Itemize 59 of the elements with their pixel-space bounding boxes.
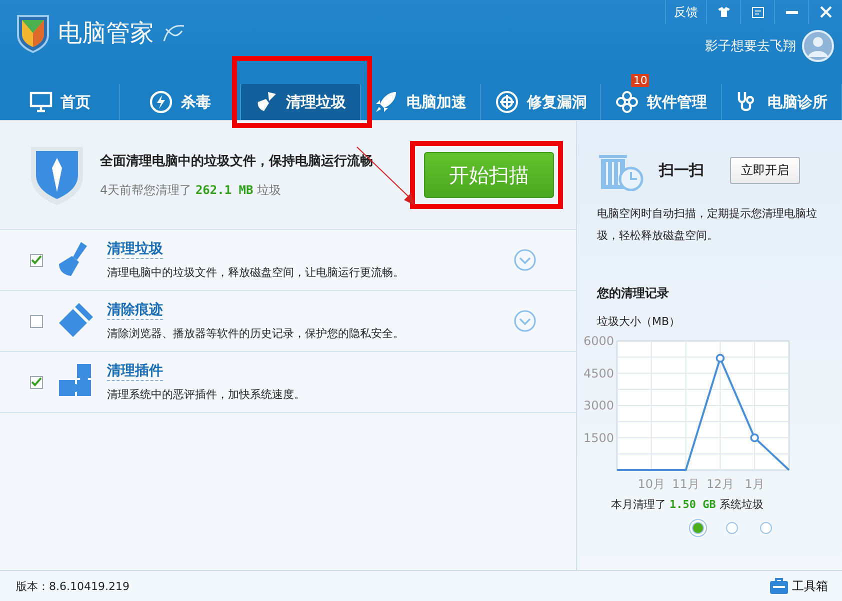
enable-button[interactable]: 立即开启 [730, 156, 800, 184]
y-tick-label: 6000 [583, 334, 614, 348]
toolbox-button[interactable]: 工具箱 [764, 576, 834, 596]
option-title[interactable]: 清理垃圾 [107, 240, 163, 259]
expand-icon[interactable] [514, 249, 536, 271]
x-tick-label: 11月 [672, 477, 700, 491]
monitor-icon [28, 90, 53, 114]
option-title[interactable]: 清除痕迹 [107, 301, 163, 320]
nav-tab[interactable]: 修复漏洞 [481, 84, 602, 120]
feedback-button[interactable]: 反馈 [665, 0, 706, 24]
rocket-icon [374, 90, 398, 114]
app-title: 电脑管家 [58, 18, 154, 49]
minimize-icon [786, 10, 798, 14]
y-tick-label: 1500 [583, 430, 614, 445]
user-name[interactable]: 影子想要去飞翔 [705, 37, 796, 55]
toolbox-icon [770, 578, 788, 594]
shield-logo-icon [16, 13, 50, 53]
option-title[interactable]: 清理插件 [107, 362, 163, 381]
nav-tab[interactable]: 电脑诊所 [722, 84, 842, 120]
update-count-badge: 10 [631, 74, 650, 87]
nav-tab[interactable]: 杀毒 [120, 84, 241, 120]
swoosh-icon [162, 23, 186, 43]
avatar[interactable] [802, 30, 834, 62]
page-dot[interactable] [760, 522, 772, 534]
nav-tab[interactable]: 清理垃圾 [240, 84, 361, 120]
scan-description: 电脑空闲时自动扫描，定期提示您清理电脑垃圾，轻松释放磁盘空间。 [597, 206, 817, 244]
y-tick-label: 4500 [583, 366, 614, 380]
data-point [716, 354, 725, 363]
scan-title: 扫一扫 [659, 160, 704, 180]
shield-icon [28, 144, 86, 206]
checkbox[interactable] [30, 376, 43, 388]
history-title: 您的清理记录 [597, 285, 670, 302]
page-dot[interactable] [692, 522, 704, 534]
bolt-icon [148, 90, 173, 114]
clover-icon [615, 90, 640, 114]
data-point [750, 433, 759, 442]
x-tick-label: 10月 [638, 477, 666, 491]
x-tick-label: 1月 [744, 477, 764, 491]
checkbox[interactable] [30, 314, 43, 328]
menu-icon [752, 6, 764, 18]
shirt-icon [718, 7, 730, 17]
version-label: 版本：8.6.10419.219 [16, 578, 130, 594]
y-tick-label: 3000 [583, 398, 614, 412]
nav-tab[interactable]: 电脑加速 [360, 84, 482, 120]
page-dot[interactable] [726, 522, 738, 534]
option-description: 清理电脑中的垃圾文件，释放磁盘空间，让电脑运行更流畅。 [107, 265, 405, 280]
x-tick-label: 12月 [706, 477, 734, 491]
start-scan-button[interactable]: 开始扫描 [424, 152, 554, 198]
nav-tab[interactable]: 首页 [0, 84, 120, 120]
headline: 全面清理电脑中的垃圾文件，保持电脑运行流畅 [100, 152, 374, 170]
close-icon [820, 6, 832, 18]
month-summary: 本月清理了 1.50 GB 系统垃圾 [610, 497, 764, 512]
option-description: 清除浏览器、播放器等软件的历史记录，保护您的隐私安全。 [107, 326, 405, 341]
option-description: 清理系统中的恶评插件，加快系统速度。 [107, 387, 306, 402]
checkbox[interactable] [30, 254, 43, 266]
last-clean-info: 4天前帮您清理了 262.1 MB 垃圾 [100, 182, 282, 198]
target-icon [494, 90, 519, 114]
axis-label: 垃圾大小（MB） [597, 314, 682, 329]
expand-icon[interactable] [514, 310, 536, 332]
